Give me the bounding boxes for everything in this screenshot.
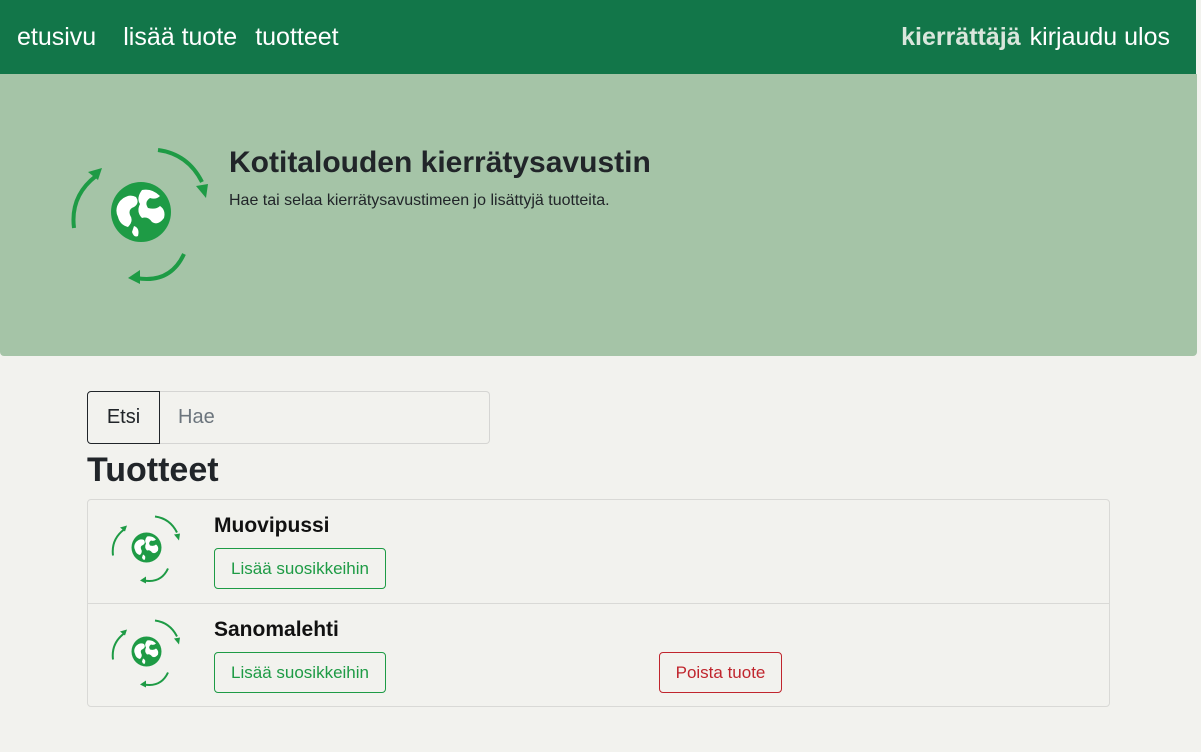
search-group: Etsi <box>87 391 490 444</box>
recycle-globe-icon <box>110 514 182 584</box>
product-list: Muovipussi Lisää suosikkeihin Sanomaleht… <box>87 499 1110 707</box>
add-favorite-button[interactable]: Lisää suosikkeihin <box>214 548 386 589</box>
search-button[interactable]: Etsi <box>87 391 160 444</box>
nav-username: kierrättäjä <box>901 22 1021 51</box>
delete-product-button[interactable]: Poista tuote <box>659 652 782 693</box>
hero-banner: Kotitalouden kierrätysavustin Hae tai se… <box>0 74 1197 356</box>
nav-left-group: etusivu lisää tuote tuotteet <box>17 0 339 74</box>
nav-right-group: kierrättäjä kirjaudu ulos <box>901 0 1170 74</box>
nav-add-product-link[interactable]: lisää tuote <box>123 23 237 52</box>
hero-title: Kotitalouden kierrätysavustin <box>229 146 651 179</box>
product-item: Muovipussi Lisää suosikkeihin <box>88 500 1109 603</box>
nav-logout-link[interactable]: kirjaudu ulos <box>1030 23 1170 52</box>
hero-subtitle: Hae tai selaa kierrätysavustimeen jo lis… <box>229 192 610 209</box>
product-item: Sanomalehti Lisää suosikkeihin Poista tu… <box>88 603 1109 706</box>
nav-home-link[interactable]: etusivu <box>17 23 96 52</box>
product-name: Sanomalehti <box>214 618 339 641</box>
nav-products-link[interactable]: tuotteet <box>255 23 338 52</box>
add-favorite-button[interactable]: Lisää suosikkeihin <box>214 652 386 693</box>
product-name: Muovipussi <box>214 514 330 537</box>
search-input[interactable] <box>160 391 490 444</box>
recycle-globe-icon <box>68 146 212 284</box>
navbar: etusivu lisää tuote tuotteet kierrättäjä… <box>0 0 1196 74</box>
recycle-globe-icon <box>110 618 182 688</box>
products-heading: Tuotteet <box>87 451 219 489</box>
